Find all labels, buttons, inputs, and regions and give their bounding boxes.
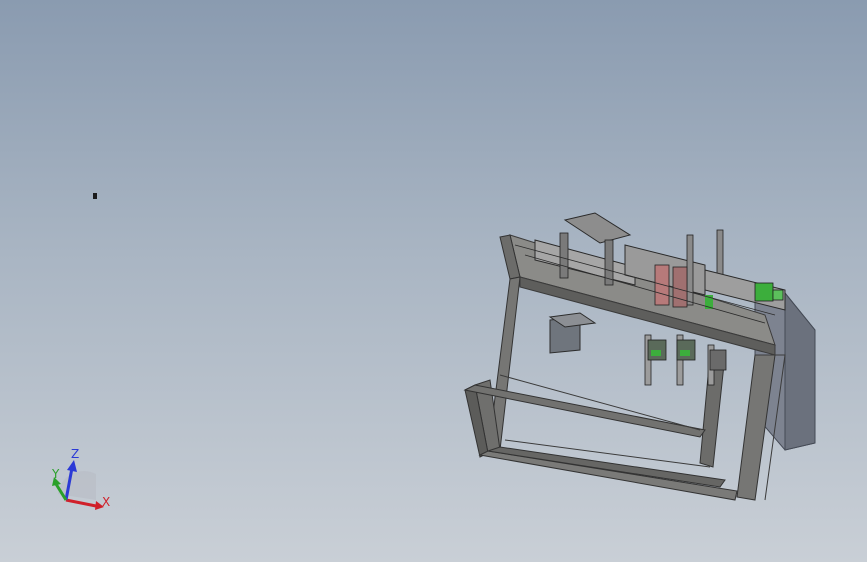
cylinder-group xyxy=(644,334,727,386)
x-axis-label: X xyxy=(102,495,110,509)
point-marker-icon xyxy=(93,193,97,199)
z-arrow-icon xyxy=(67,460,77,472)
graphics-viewport[interactable]: X Y Z xyxy=(0,0,867,562)
z-axis-label: Z xyxy=(71,447,79,461)
x-axis-icon xyxy=(65,498,97,508)
assembly-model[interactable] xyxy=(455,205,825,505)
motor-box xyxy=(548,312,597,354)
y-axis-label: Y xyxy=(51,467,60,481)
orientation-triad: X Y Z xyxy=(51,447,110,510)
